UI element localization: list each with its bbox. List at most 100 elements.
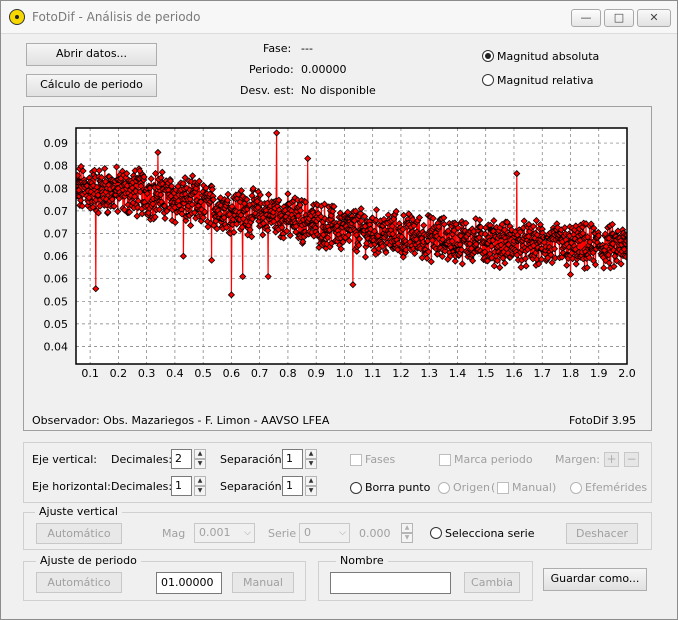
period-input[interactable]: 01.00000: [156, 572, 222, 594]
offset-value: 0.000: [359, 527, 391, 540]
light-curve-chart[interactable]: 0.1 0.2 0.3 0.4 0.5 0.6 0.7 0.8 0.9 1.0 1.1 1.2 1.3 1…: [24, 107, 651, 430]
chart-panel: 0.1 0.2 0.3 0.4 0.5 0.6 0.7 0.8 0.9 1.0 1.1 1.2 1.3 1…: [23, 106, 652, 431]
x-tick-label: 0.9: [307, 367, 325, 380]
h-separacion-label: Separación:: [220, 480, 286, 493]
h-separacion-stepper[interactable]: ▲ ▼: [305, 476, 317, 496]
serie-select[interactable]: 0 ⌵: [299, 523, 350, 543]
manual-checkbox[interactable]: [497, 482, 509, 494]
chevron-down-icon: ⌵: [244, 528, 251, 538]
mag-select-value: 0.001: [199, 526, 231, 539]
cambia-button[interactable]: Cambia: [464, 572, 520, 593]
x-tick-label: 1.6: [505, 367, 523, 380]
mag-select[interactable]: 0.001 ⌵: [194, 523, 255, 543]
chart-footer-version: FotoDif 3.95: [569, 414, 637, 427]
x-tick-label: 1.4: [449, 367, 467, 380]
desv-label: Desv. est:: [240, 84, 295, 97]
origen-paren-label: (: [491, 481, 496, 494]
ajuste-periodo-auto-button[interactable]: Automático: [36, 572, 122, 593]
h-decimales-stepper[interactable]: ▲ ▼: [194, 476, 206, 496]
minimize-button[interactable]: —: [571, 9, 601, 27]
h-separacion-input[interactable]: 1: [282, 476, 303, 496]
x-tick-label: 0.6: [223, 367, 241, 380]
y-tick-label: 0.06: [44, 273, 69, 286]
y-tick-label: 0.05: [44, 295, 69, 308]
maximize-button[interactable]: □: [604, 9, 634, 27]
chart-footer-observer: Observador: Obs. Mazariegos - F. Limon -…: [32, 414, 330, 427]
borra-punto-radio[interactable]: [350, 482, 362, 494]
marca-periodo-checkbox[interactable]: [439, 454, 451, 466]
x-tick-label: 1.7: [533, 367, 551, 380]
origen-label: Origen: [453, 481, 490, 494]
x-tick-label: 1.3: [420, 367, 438, 380]
close-button[interactable]: ✕: [637, 9, 671, 27]
margen-minus-button[interactable]: −: [624, 452, 639, 467]
radio-magnitud-absoluta-label[interactable]: Magnitud absoluta: [497, 50, 599, 63]
x-tick-label: 0.8: [279, 367, 297, 380]
y-tick-label: 0.07: [44, 205, 69, 218]
guardar-como-button[interactable]: Guardar como...: [543, 568, 647, 591]
open-data-button[interactable]: Abrir datos...: [26, 43, 157, 66]
fases-label: Fases: [365, 453, 396, 466]
h-decimales-input[interactable]: 1: [171, 476, 192, 496]
desv-value: No disponible: [301, 84, 376, 97]
x-tick-label: 1.0: [336, 367, 354, 380]
calc-period-button[interactable]: Cálculo de periodo: [26, 74, 157, 97]
x-tick-label: 1.5: [477, 367, 495, 380]
x-tick-label: 1.8: [562, 367, 580, 380]
x-tick-label: 2.0: [618, 367, 636, 380]
x-tick-label: 0.5: [194, 367, 212, 380]
periodo-value: 0.00000: [301, 63, 347, 76]
v-separacion-label: Separación:: [220, 453, 286, 466]
radio-magnitud-relativa-label[interactable]: Magnitud relativa: [497, 74, 593, 87]
axes-controls-group: [23, 442, 652, 503]
selecciona-serie-label[interactable]: Selecciona serie: [445, 527, 535, 540]
h-decimales-label: Decimales:: [111, 480, 173, 493]
v-decimales-input[interactable]: 2: [171, 449, 192, 469]
fase-label: Fase:: [263, 42, 292, 55]
y-tick-label: 0.09: [44, 137, 69, 150]
y-tick-label: 0.08: [44, 182, 69, 195]
x-tick-label: 1.9: [590, 367, 608, 380]
marca-periodo-label: Marca periodo: [454, 453, 533, 466]
radio-magnitud-absoluta[interactable]: [482, 50, 494, 62]
radio-magnitud-relativa[interactable]: [482, 74, 494, 86]
y-tick-label: 0.05: [44, 318, 69, 331]
eje-horizontal-label: Eje horizontal:: [32, 480, 111, 493]
serie-label: Serie: [268, 527, 297, 540]
chevron-down-icon: ⌵: [339, 528, 346, 538]
title-bar: FotoDif - Análisis de periodo — □ ✕: [1, 1, 677, 34]
y-tick-label: 0.07: [44, 227, 69, 240]
x-tick-label: 1.2: [392, 367, 410, 380]
nombre-title: Nombre: [336, 554, 388, 567]
ajuste-vertical-auto-button[interactable]: Automático: [36, 523, 122, 544]
nombre-input[interactable]: [330, 572, 451, 594]
x-tick-label: 0.4: [166, 367, 184, 380]
margen-plus-button[interactable]: +: [604, 452, 619, 467]
mag-label: Mag: [162, 527, 186, 540]
ajuste-vertical-title: Ajuste vertical: [35, 505, 122, 518]
serie-select-value: 0: [304, 526, 311, 539]
offset-stepper[interactable]: ▲ ▼: [401, 523, 413, 543]
selecciona-serie-radio[interactable]: [430, 527, 442, 539]
borra-punto-label[interactable]: Borra punto: [365, 481, 430, 494]
v-separacion-input[interactable]: 1: [282, 449, 303, 469]
v-separacion-stepper[interactable]: ▲ ▼: [305, 449, 317, 469]
main-window: FotoDif - Análisis de periodo — □ ✕ Abri…: [0, 0, 678, 620]
periodo-label: Periodo:: [249, 63, 294, 76]
efemerides-label: Efemérides: [585, 481, 648, 494]
x-tick-label: 0.1: [81, 367, 99, 380]
fases-checkbox[interactable]: [350, 454, 362, 466]
ajuste-periodo-title: Ajuste de periodo: [36, 554, 141, 567]
v-decimales-label: Decimales:: [111, 453, 173, 466]
origen-radio[interactable]: [438, 482, 450, 494]
deshacer-button[interactable]: Deshacer: [566, 523, 638, 544]
app-icon: [9, 9, 25, 25]
eje-vertical-label: Eje vertical:: [32, 453, 97, 466]
manual-period-button[interactable]: Manual: [232, 572, 294, 593]
v-decimales-stepper[interactable]: ▲ ▼: [194, 449, 206, 469]
window-title: FotoDif - Análisis de periodo: [32, 10, 201, 24]
fase-value: ---: [301, 42, 313, 55]
efemerides-radio[interactable]: [570, 482, 582, 494]
x-tick-label: 0.7: [251, 367, 269, 380]
x-tick-label: 1.1: [364, 367, 382, 380]
